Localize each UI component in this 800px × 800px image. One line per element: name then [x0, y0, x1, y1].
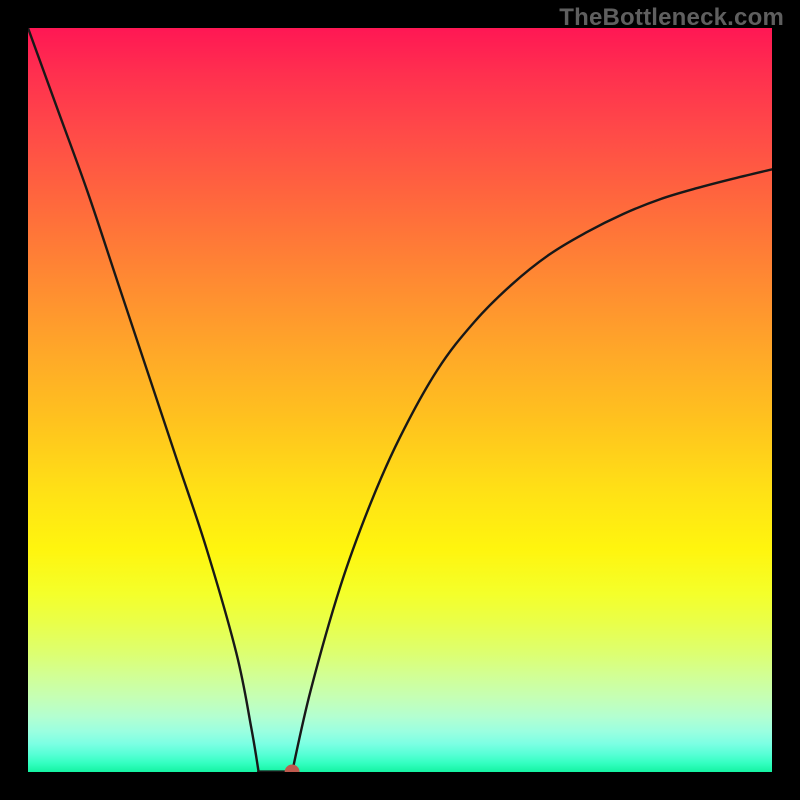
curve-svg — [28, 28, 772, 772]
curve-right-branch — [292, 169, 772, 772]
curve-left-branch — [28, 28, 259, 772]
marker-dot — [285, 765, 299, 772]
plot-area — [28, 28, 772, 772]
chart-frame: TheBottleneck.com — [0, 0, 800, 800]
